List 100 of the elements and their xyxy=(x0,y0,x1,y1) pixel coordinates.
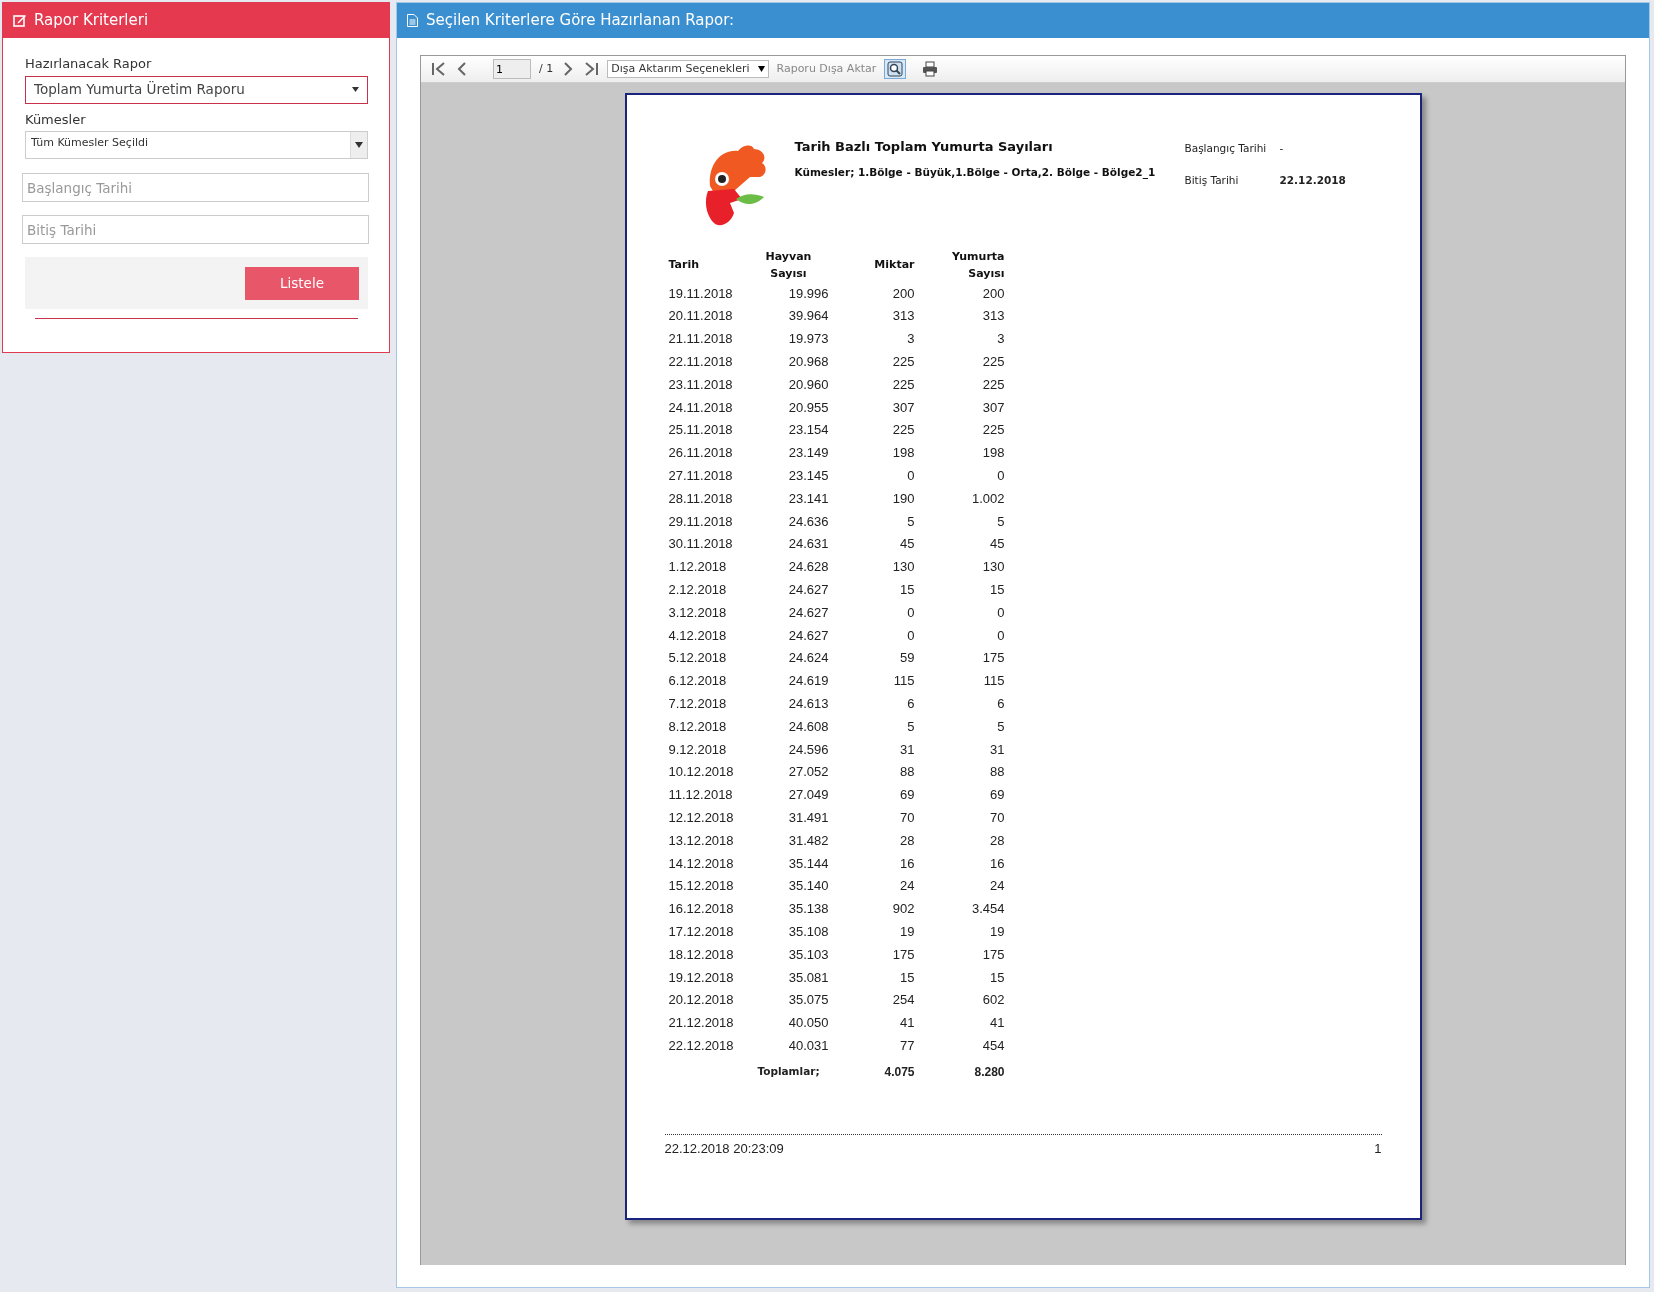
caret-icon xyxy=(352,87,359,92)
table-cell-text: 14.12.2018 xyxy=(668,854,735,873)
table-cell-text: 20.960 xyxy=(787,375,829,394)
table-cell: 19 xyxy=(828,920,915,944)
table-cell-text: 11.12.2018 xyxy=(668,786,734,805)
table-cell: 0 xyxy=(828,623,915,647)
table-cell: 0 xyxy=(828,601,915,624)
page-field[interactable]: 1 xyxy=(493,59,531,79)
previous-page-icon[interactable] xyxy=(455,61,469,77)
table-cell: 88 xyxy=(914,760,1005,784)
table-cell: 115 xyxy=(914,669,1005,693)
table-cell-text: 24.619 xyxy=(787,672,829,691)
table-cell-text: 16.12.2018 xyxy=(668,900,735,919)
table-cell: 130 xyxy=(828,555,915,579)
table-cell-text: 30.11.2018 xyxy=(668,535,734,554)
table-cell-text: 23.11.2018 xyxy=(668,375,734,394)
table-cell: 307 xyxy=(828,396,915,419)
table-cell-text: 24.631 xyxy=(787,535,829,554)
table-cell-text: 24.627 xyxy=(787,603,829,622)
find-button[interactable] xyxy=(884,58,907,80)
table-cell: 15 xyxy=(828,965,915,989)
table-cell-text: 24.627 xyxy=(787,626,829,645)
table-cell: 175 xyxy=(914,646,1005,670)
table-cell: 0 xyxy=(914,601,1005,624)
caret-icon xyxy=(757,66,765,72)
table-cell: 200 xyxy=(914,282,1005,305)
table-cell-text: 5.12.2018 xyxy=(668,649,728,668)
table-cell: 313 xyxy=(828,304,915,328)
table-cell: 313 xyxy=(914,304,1005,328)
table-cell: 902 xyxy=(828,897,915,921)
page-number: 1 xyxy=(1374,1139,1382,1158)
table-cell: 15 xyxy=(914,965,1005,989)
table-cell-text: 35.140 xyxy=(787,877,829,896)
table-cell-text: 21.11.2018 xyxy=(668,330,734,349)
table-cell: 6 xyxy=(914,692,1005,716)
table-cell: 15 xyxy=(914,578,1005,602)
table-cell-text: 12.12.2018 xyxy=(668,808,735,827)
edit-icon xyxy=(13,14,26,27)
table-cell-text: 2.12.2018 xyxy=(668,581,728,599)
table-cell: 225 xyxy=(914,373,1005,396)
table-cell-text: 35.144 xyxy=(787,854,829,873)
table-cell: 225 xyxy=(828,373,915,396)
table-cell-text: 31.482 xyxy=(787,831,829,850)
table-cell: 24 xyxy=(828,874,915,898)
table-cell: 3 xyxy=(828,327,915,351)
table-cell: 175 xyxy=(914,943,1005,966)
total-cell: 8.280 xyxy=(914,1057,1005,1088)
table-cell: 198 xyxy=(828,441,915,465)
table-cell-text: 3.12.2018 xyxy=(668,603,728,622)
table-cell-text: 24.628 xyxy=(787,558,829,577)
table-cell: 5 xyxy=(914,509,1005,533)
page-count: / 1 xyxy=(539,60,554,77)
table-cell: 41 xyxy=(914,1011,1005,1035)
table-cell: 200 xyxy=(828,282,915,305)
table-cell: 45 xyxy=(828,532,915,556)
table-cell-text: 1.12.2018 xyxy=(668,558,728,577)
list-button[interactable]: Listele xyxy=(245,267,359,300)
report-select[interactable]: Toplam Yumurta Üretim Raporu xyxy=(25,75,368,104)
table-cell: 5 xyxy=(828,715,915,738)
table-cell-text: 27.049 xyxy=(787,786,829,805)
table-cell: 225 xyxy=(828,418,915,442)
footer-timestamp: 22.12.2018 20:23:09 xyxy=(664,1139,784,1158)
table-cell: 5 xyxy=(828,509,915,533)
date-field[interactable]: Bitiş Tarihi xyxy=(22,215,369,244)
table-cell-text: 35.108 xyxy=(787,922,829,941)
table-cell: 59 xyxy=(828,646,915,670)
date-field[interactable]: Başlangıç Tarihi xyxy=(22,173,369,202)
table-cell-text: 29.11.2018 xyxy=(668,512,734,531)
print-icon[interactable] xyxy=(922,61,939,77)
table-cell-text: 31.491 xyxy=(787,808,829,827)
column-header: Miktar xyxy=(873,257,915,274)
table-cell: 175 xyxy=(828,943,915,966)
table-cell-text: 28.11.2018 xyxy=(668,489,734,508)
table-cell: 5 xyxy=(914,715,1005,738)
last-page-icon[interactable] xyxy=(583,61,600,77)
first-page-icon[interactable] xyxy=(431,61,447,77)
export-select[interactable]: Dışa Aktarım Seçenekleri xyxy=(607,60,769,78)
table-cell-text: 26.11.2018 xyxy=(668,444,734,463)
table-cell: 88 xyxy=(828,760,915,784)
table-cell-text: 24.596 xyxy=(787,740,829,759)
table-cell: 1.002 xyxy=(914,487,1005,510)
table-cell: 19 xyxy=(914,920,1005,944)
table-cell-text: 24.624 xyxy=(787,649,829,668)
caret-icon xyxy=(355,142,363,148)
meta-value: 22.12.2018 xyxy=(1279,172,1346,188)
total-cell-text: 4.075 xyxy=(883,1064,915,1082)
panel-title: Seçilen Kriterlere Göre Hazırlanan Rapor: xyxy=(426,10,735,32)
table-cell: 69 xyxy=(828,783,915,807)
table-cell: 0 xyxy=(828,464,915,488)
table-cell: 3 xyxy=(914,327,1005,351)
table-cell: 24 xyxy=(914,874,1005,898)
table-cell-text: 19.12.2018 xyxy=(668,968,735,987)
table-cell-text: 7.12.2018 xyxy=(668,695,728,713)
coops-select[interactable]: Tüm Kümesler Seçildi xyxy=(25,131,368,159)
table-cell: 31 xyxy=(828,737,915,761)
table-cell-text: 13.12.2018 xyxy=(668,831,735,850)
document-icon xyxy=(407,14,418,27)
meta-label: Başlangıç Tarihi xyxy=(1184,141,1268,156)
table-cell-text: 15.12.2018 xyxy=(668,877,735,896)
table-cell-text: 21.12.2018 xyxy=(668,1014,735,1033)
